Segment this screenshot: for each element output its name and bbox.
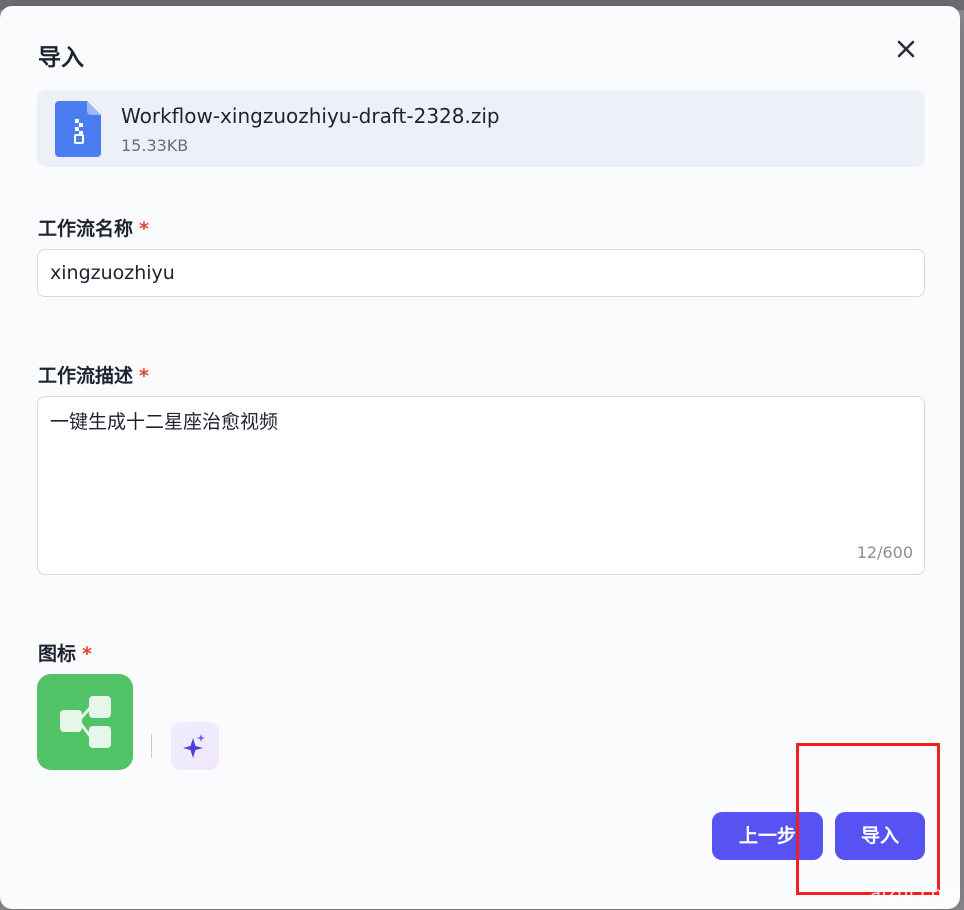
icon-label-text: 图标 [38, 643, 77, 665]
workflow-desc-label: 工作流描述 * [38, 361, 149, 388]
required-mark: * [82, 643, 92, 665]
watermark: aizhi.com [870, 883, 961, 904]
divider [151, 734, 152, 758]
file-card: Workflow-xingzuozhiyu-draft-2328.zip 15.… [37, 90, 925, 167]
required-mark: * [139, 218, 149, 240]
workflow-desc-label-text: 工作流描述 [38, 365, 134, 387]
import-dialog: 导入 Workflow-xingzuozhiyu-draft-2328.zip … [0, 6, 960, 909]
sparkle-icon [183, 734, 205, 758]
dialog-title: 导入 [38, 45, 84, 71]
workflow-share-icon [60, 696, 111, 748]
zip-file-icon [55, 101, 103, 161]
file-name: Workflow-xingzuozhiyu-draft-2328.zip [121, 104, 500, 128]
previous-step-button[interactable]: 上一步 [712, 812, 823, 860]
workflow-name-value: xingzuozhiyu [50, 262, 175, 284]
file-size: 15.33KB [121, 136, 189, 155]
workflow-name-label-text: 工作流名称 [38, 218, 134, 240]
workflow-desc-textarea[interactable]: 一键生成十二星座治愈视频 12/600 [37, 396, 925, 575]
required-mark: * [139, 365, 149, 387]
close-icon [897, 40, 915, 58]
workflow-name-label: 工作流名称 * [38, 214, 149, 241]
close-button[interactable] [893, 36, 921, 64]
workflow-name-input[interactable]: xingzuozhiyu [37, 249, 925, 297]
ai-generate-icon-button[interactable] [171, 722, 219, 770]
workflow-icon-tile[interactable] [37, 674, 133, 770]
workflow-desc-value: 一键生成十二星座治愈视频 [50, 411, 279, 433]
char-count: 12/600 [856, 543, 913, 562]
icon-label: 图标 * [38, 639, 92, 666]
import-button[interactable]: 导入 [835, 812, 925, 860]
